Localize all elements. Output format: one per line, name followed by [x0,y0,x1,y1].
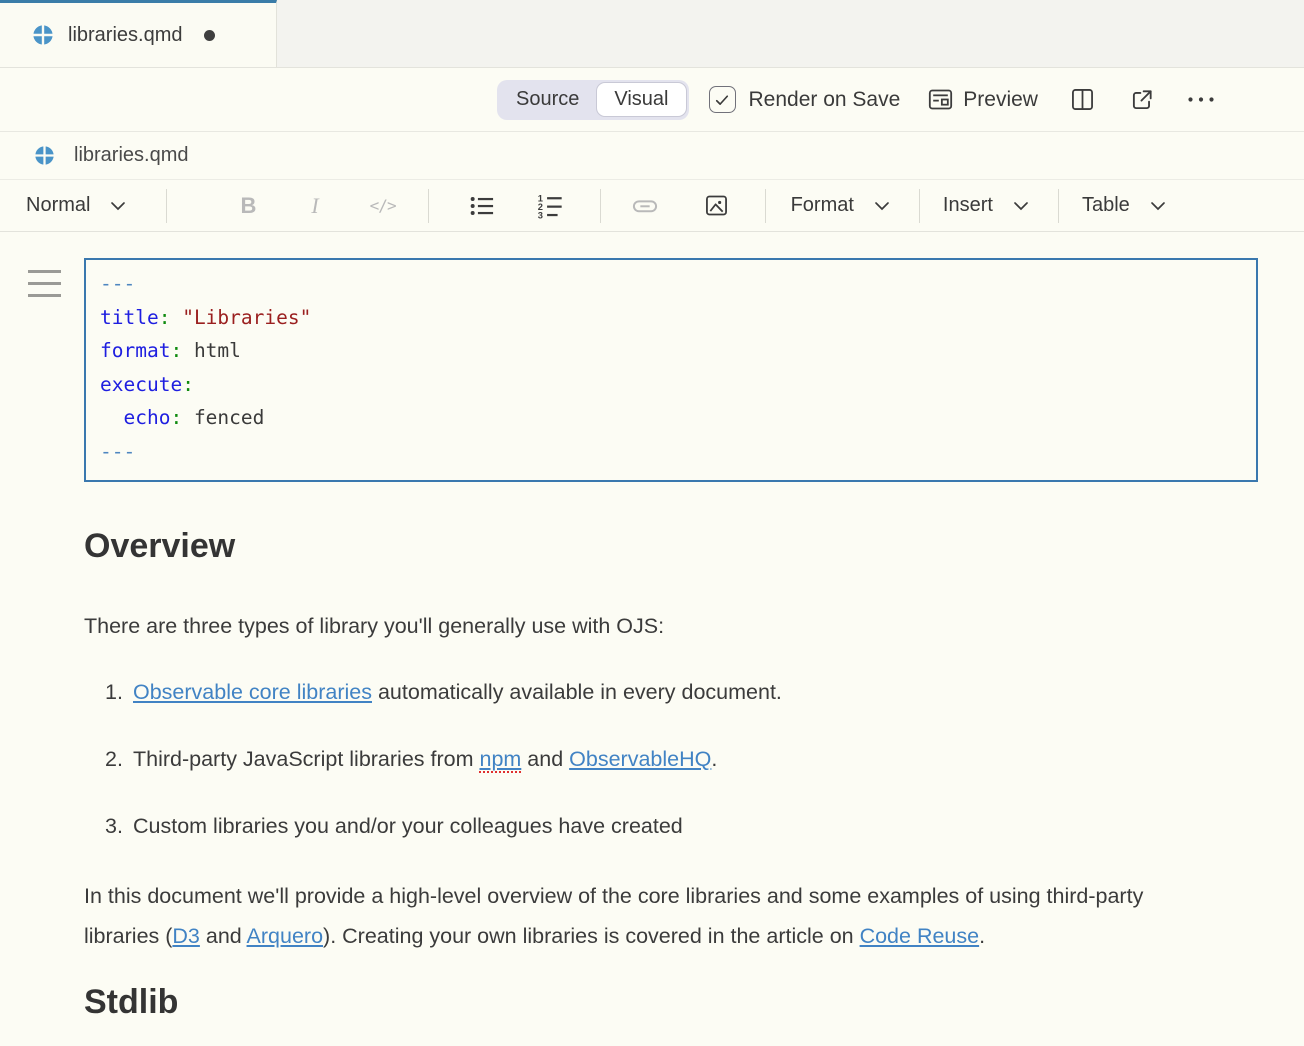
toolbar-separator [428,189,429,223]
closing-paragraph: In this document we'll provide a high-le… [84,876,1224,956]
tab-libraries-qmd[interactable]: libraries.qmd [0,0,277,67]
format-menu-label: Format [791,194,854,217]
visual-editor-canvas[interactable]: ---title: "Libraries"format: htmlexecute… [0,232,1304,1046]
chevron-down-icon [110,201,126,211]
yaml-code-line: echo: fenced [100,401,1242,435]
chevron-down-icon [1013,201,1029,211]
render-on-save-label: Render on Save [749,88,901,112]
yaml-code-line: title: "Libraries" [100,301,1242,335]
yaml-front-matter-block[interactable]: ---title: "Libraries"format: htmlexecute… [84,258,1258,482]
open-external-button[interactable] [1129,87,1155,113]
split-editor-icon [1069,86,1096,113]
toolbar-separator [166,189,167,223]
list-item-text: Custom libraries you and/or your colleag… [133,806,683,846]
preview-icon [927,86,954,113]
block-drag-handle-icon[interactable] [28,270,61,306]
breadcrumb-file[interactable]: libraries.qmd [74,144,188,167]
editor-window: libraries.qmd Source Visual Render on Sa… [0,0,1304,1046]
bold-button[interactable]: B [226,193,270,219]
toolbar-separator [919,189,920,223]
insert-menu-label: Insert [943,194,993,217]
yaml-code-line: execute: [100,368,1242,402]
table-menu-label: Table [1082,194,1130,217]
bullet-list-icon [468,192,496,220]
heading-overview: Overview [84,526,1258,566]
quarto-icon [34,145,55,166]
list-item-text: Third-party JavaScript libraries from np… [133,739,717,779]
ordered-list-icon: 1 2 3 [536,192,564,220]
mode-toggle: Source Visual [497,80,689,120]
table-menu[interactable]: Table [1078,194,1170,217]
unsaved-changes-dot [204,30,215,41]
tab-strip: libraries.qmd [0,0,1304,68]
insert-menu[interactable]: Insert [939,194,1033,217]
yaml-code-line: --- [100,435,1242,469]
editor-toolbar: Source Visual Render on Save Preview [0,68,1304,132]
image-icon [703,192,730,219]
list-item: 2.Third-party JavaScript libraries from … [105,739,1258,779]
source-mode-button[interactable]: Source [499,83,596,116]
body-link[interactable]: Observable core libraries [133,680,372,704]
yaml-code-line: --- [100,267,1242,301]
chevron-down-icon [1150,201,1166,211]
ordered-list: 1.Observable core libraries automaticall… [84,672,1258,846]
yaml-code-line: format: html [100,334,1242,368]
format-toolbar: Normal B I </> 1 2 3 [0,180,1304,232]
preview-button[interactable]: Preview [927,86,1038,113]
ellipsis-icon [1187,96,1215,103]
ordered-list-button[interactable]: 1 2 3 [523,192,577,220]
toolbar-separator [1058,189,1059,223]
toolbar-separator [765,189,766,223]
visual-mode-button[interactable]: Visual [596,82,686,117]
quarto-icon [32,24,54,46]
list-item: 1.Observable core libraries automaticall… [105,672,1258,712]
list-marker: 3. [105,806,133,846]
open-external-icon [1129,87,1155,113]
body-link[interactable]: Arquero [247,924,324,948]
bullet-list-button[interactable] [455,192,509,220]
checkmark-icon [713,91,731,109]
list-item-text: Observable core libraries automatically … [133,672,782,712]
tab-title: libraries.qmd [68,24,182,47]
body-link[interactable]: Code Reuse [860,924,980,948]
render-on-save-checkbox[interactable] [709,86,736,113]
inline-code-button[interactable]: </> [360,196,406,215]
image-button[interactable] [690,192,743,219]
body-link[interactable]: D3 [172,924,199,948]
list-item: 3.Custom libraries you and/or your colle… [105,806,1258,846]
list-marker: 2. [105,739,133,779]
body-link[interactable]: ObservableHQ [569,747,711,771]
preview-label: Preview [963,88,1038,112]
svg-text:3: 3 [537,210,542,220]
paragraph-style-value: Normal [26,194,90,217]
list-marker: 1. [105,672,133,712]
heading-stdlib: Stdlib [84,982,1258,1022]
italic-button[interactable]: I [297,193,332,219]
format-menu[interactable]: Format [787,194,894,217]
breadcrumb: libraries.qmd [0,132,1304,180]
link-button[interactable] [618,192,672,220]
split-editor-button[interactable] [1069,86,1096,113]
paragraph-style-dropdown[interactable]: Normal [22,194,130,217]
link-icon [631,192,659,220]
chevron-down-icon [874,201,890,211]
intro-paragraph: There are three types of library you'll … [84,606,1224,646]
more-actions-button[interactable] [1187,96,1215,103]
toolbar-separator [600,189,601,223]
body-link[interactable]: npm [479,747,521,773]
